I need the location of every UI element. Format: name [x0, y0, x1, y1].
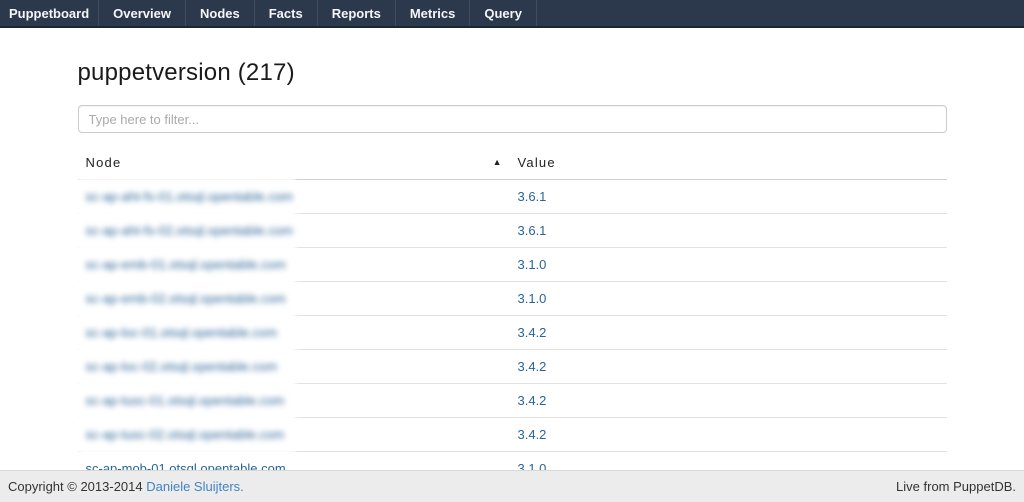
node-cell: sc-ap-tusc-01.otsql.opentable.com: [78, 384, 510, 418]
node-link[interactable]: sc-ap-loc-01.otsql.opentable.com: [86, 325, 278, 341]
value-cell: 3.6.1: [510, 180, 947, 214]
value-cell: 3.4.2: [510, 316, 947, 350]
node-link[interactable]: sc-ap-emb-02.otsql.opentable.com: [86, 291, 286, 307]
value-cell: 3.6.1: [510, 214, 947, 248]
nav-item-nodes[interactable]: Nodes: [186, 0, 255, 26]
navbar-brand[interactable]: Puppetboard: [0, 0, 99, 26]
value-link[interactable]: 3.6.1: [518, 189, 547, 204]
value-link[interactable]: 3.6.1: [518, 223, 547, 238]
column-header-node-label: Node: [86, 155, 122, 170]
nav-item-overview[interactable]: Overview: [99, 0, 186, 26]
column-header-value[interactable]: Value: [510, 151, 947, 180]
table-row: sc-ap-aht-fs-01.otsql.opentable.com 3.6.1: [78, 180, 947, 214]
value-cell: 3.4.2: [510, 418, 947, 452]
nav-item-reports[interactable]: Reports: [318, 0, 396, 26]
value-link[interactable]: 3.4.2: [518, 325, 547, 340]
table-row: sc-ap-tusc-01.otsql.opentable.com 3.4.2: [78, 384, 947, 418]
live-status-text: Live from PuppetDB.: [896, 479, 1016, 494]
value-link[interactable]: 3.4.2: [518, 359, 547, 374]
table-row: sc-ap-loc-02.otsql.opentable.com 3.4.2: [78, 350, 947, 384]
nav-item-metrics[interactable]: Metrics: [396, 0, 471, 26]
filter-input[interactable]: [78, 105, 947, 133]
footer: Copyright © 2013-2014 Daniele Sluijters.…: [0, 470, 1024, 502]
table-row: sc-ap-aht-fs-02.otsql.opentable.com 3.6.1: [78, 214, 947, 248]
puppetboard-app: Puppetboard Overview Nodes Facts Reports…: [0, 0, 1024, 502]
page-title: puppetversion (217): [78, 58, 947, 88]
nav-item-facts[interactable]: Facts: [255, 0, 318, 26]
facts-table: Node ▲ Value sc-ap-aht-fs-01.otsql.opent…: [78, 151, 947, 485]
value-link[interactable]: 3.1.0: [518, 257, 547, 272]
value-link[interactable]: 3.1.0: [518, 291, 547, 306]
copyright-text: Copyright © 2013-2014: [8, 479, 146, 494]
nav-item-query[interactable]: Query: [470, 0, 537, 26]
table-row: sc-ap-emb-01.otsql.opentable.com 3.1.0: [78, 248, 947, 282]
copyright: Copyright © 2013-2014 Daniele Sluijters.: [8, 479, 244, 494]
node-link[interactable]: sc-ap-tusc-01.otsql.opentable.com: [86, 393, 285, 409]
value-cell: 3.1.0: [510, 248, 947, 282]
node-cell: sc-ap-loc-02.otsql.opentable.com: [78, 350, 510, 384]
table-row: sc-ap-emb-02.otsql.opentable.com 3.1.0: [78, 282, 947, 316]
value-link[interactable]: 3.4.2: [518, 427, 547, 442]
node-cell: sc-ap-emb-01.otsql.opentable.com: [78, 248, 510, 282]
navbar: Puppetboard Overview Nodes Facts Reports…: [0, 0, 1024, 28]
node-cell: sc-ap-aht-fs-01.otsql.opentable.com: [78, 180, 510, 214]
author-link[interactable]: Daniele Sluijters.: [146, 479, 244, 494]
node-link[interactable]: sc-ap-tusc-02.otsql.opentable.com: [86, 427, 285, 443]
table-header-row: Node ▲ Value: [78, 151, 947, 180]
column-header-node[interactable]: Node ▲: [78, 151, 510, 180]
node-cell: sc-ap-tusc-02.otsql.opentable.com: [78, 418, 510, 452]
node-link[interactable]: sc-ap-aht-fs-02.otsql.opentable.com: [86, 223, 293, 239]
node-link-blurred-wrap: sc-ap-tusc-02.otsql.opentable.com: [78, 415, 295, 454]
table-row: sc-ap-tusc-02.otsql.opentable.com 3.4.2: [78, 418, 947, 452]
value-cell: 3.4.2: [510, 384, 947, 418]
node-cell: sc-ap-emb-02.otsql.opentable.com: [78, 282, 510, 316]
node-link[interactable]: sc-ap-emb-01.otsql.opentable.com: [86, 257, 286, 273]
node-link[interactable]: sc-ap-aht-fs-01.otsql.opentable.com: [86, 189, 293, 205]
value-link[interactable]: 3.4.2: [518, 393, 547, 408]
node-link[interactable]: sc-ap-loc-02.otsql.opentable.com: [86, 359, 278, 375]
table-row: sc-ap-loc-01.otsql.opentable.com 3.4.2: [78, 316, 947, 350]
column-header-value-label: Value: [518, 155, 556, 170]
value-cell: 3.1.0: [510, 282, 947, 316]
value-cell: 3.4.2: [510, 350, 947, 384]
sort-asc-icon: ▲: [493, 158, 502, 167]
main-content: puppetversion (217) Node ▲ Value sc-ap-a: [78, 58, 947, 485]
node-cell: sc-ap-aht-fs-02.otsql.opentable.com: [78, 214, 510, 248]
node-cell: sc-ap-loc-01.otsql.opentable.com: [78, 316, 510, 350]
